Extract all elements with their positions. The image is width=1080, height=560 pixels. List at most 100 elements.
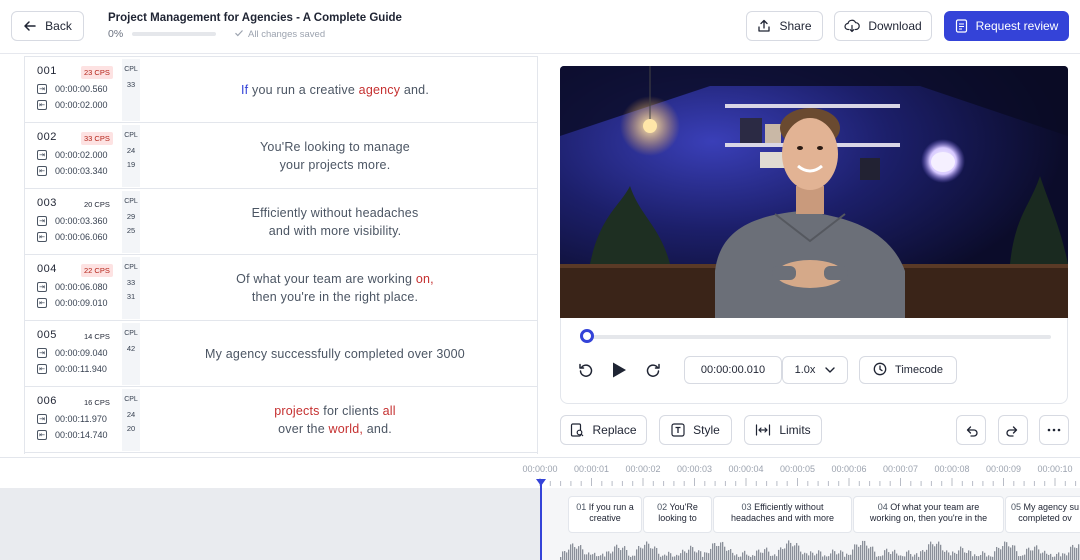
top-bar: Back Project Management for Agencies - A… bbox=[0, 0, 1080, 54]
back-button[interactable]: Back bbox=[11, 11, 84, 41]
subtitle-word: and. bbox=[400, 83, 429, 97]
subtitle-line: You'Re looking to manage bbox=[155, 138, 515, 156]
timeline-segment[interactable]: 02 You'Re looking to bbox=[643, 496, 712, 533]
cps-badge: 23 CPS bbox=[81, 66, 113, 79]
undo-button[interactable] bbox=[956, 415, 986, 445]
style-button[interactable]: Style bbox=[659, 415, 732, 445]
timeline-segment[interactable]: 04 Of what your team are working on, then… bbox=[853, 496, 1004, 533]
enter-icon: ⇥ bbox=[37, 84, 47, 94]
limits-button[interactable]: Limits bbox=[744, 415, 822, 445]
chevron-down-icon bbox=[825, 364, 836, 376]
subtitle-word: and with more visibility. bbox=[268, 224, 402, 238]
playback-speed-value: 1.0x bbox=[794, 364, 816, 376]
subtitle-row[interactable]: 003 20 CPS ⇥ 00:00:03.360 ⇤ 00:00:06.060 CPL 29… bbox=[25, 189, 537, 255]
out-time-field[interactable]: ⇤ 00:00:14.740 bbox=[37, 430, 108, 440]
video-preview[interactable] bbox=[560, 66, 1068, 318]
document-icon bbox=[955, 19, 968, 33]
seek-bar[interactable] bbox=[585, 335, 1051, 339]
cps-badge: 16 CPS bbox=[84, 398, 110, 407]
subtitle-text[interactable]: You'Re looking to manage your projects mo… bbox=[155, 138, 515, 174]
progress-percent: 0% bbox=[108, 28, 124, 40]
enter-icon: ⇥ bbox=[37, 216, 47, 226]
find-replace-icon bbox=[570, 423, 584, 437]
segment-text-line: working on, then you're in the bbox=[869, 513, 988, 523]
cpl-value: 19 bbox=[126, 160, 136, 169]
cpl-value: 42 bbox=[126, 344, 136, 353]
play-icon[interactable] bbox=[609, 360, 629, 380]
out-time-field[interactable]: ⇤ 00:00:03.340 bbox=[37, 166, 108, 176]
playhead-marker-icon[interactable] bbox=[536, 479, 546, 486]
timeline-segment[interactable]: 03 Efficiently without headaches and with… bbox=[713, 496, 852, 533]
enter-icon: ⇥ bbox=[37, 282, 47, 292]
download-button[interactable]: Download bbox=[834, 11, 932, 41]
subtitle-row[interactable]: 006 16 CPS ⇥ 00:00:11.970 ⇤ 00:00:14.740 CPL 24… bbox=[25, 387, 537, 453]
in-time-value: 00:00:03.360 bbox=[55, 216, 108, 226]
ruler-tick-label: 00:00:01 bbox=[573, 464, 610, 474]
more-horizontal-icon bbox=[1047, 428, 1061, 432]
save-status: All changes saved bbox=[234, 28, 325, 41]
timecode-button[interactable]: Timecode bbox=[859, 356, 957, 384]
in-time-field[interactable]: ⇥ 00:00:03.360 bbox=[37, 216, 108, 226]
subtitle-number: 001 bbox=[37, 65, 57, 77]
redo-button[interactable] bbox=[998, 415, 1028, 445]
in-time-value: 00:00:02.000 bbox=[55, 150, 108, 160]
subtitle-row[interactable]: 001 23 CPS ⇥ 00:00:00.560 ⇤ 00:00:02.000 CPL 33… bbox=[25, 57, 537, 123]
forward-icon[interactable] bbox=[643, 360, 663, 380]
subtitle-line: Of what your team are working on, bbox=[155, 270, 515, 288]
replace-button[interactable]: Replace bbox=[560, 415, 647, 445]
subtitle-row[interactable]: 002 33 CPS ⇥ 00:00:02.000 ⇤ 00:00:03.340 CPL 24… bbox=[25, 123, 537, 189]
subtitle-number: 002 bbox=[37, 131, 57, 143]
cpl-column: CPL 33 bbox=[122, 59, 140, 121]
cloud-download-icon bbox=[844, 19, 861, 33]
subtitle-line: over the world, and. bbox=[155, 420, 515, 438]
player-controls: 00:00:00.010 1.0x Timecode bbox=[560, 318, 1068, 404]
out-time-field[interactable]: ⇤ 00:00:11.940 bbox=[37, 364, 107, 374]
segment-text-line: completed ov bbox=[1018, 513, 1072, 523]
timeline-segment[interactable]: 01 If you run a creative bbox=[568, 496, 642, 533]
limits-icon bbox=[755, 424, 771, 436]
redo-icon bbox=[1006, 423, 1020, 437]
subtitle-row[interactable]: 005 14 CPS ⇥ 00:00:09.040 ⇤ 00:00:11.940 CPL 42… bbox=[25, 321, 537, 387]
out-time-field[interactable]: ⇤ 00:00:06.060 bbox=[37, 232, 108, 242]
segment-text-line: creative bbox=[589, 513, 621, 523]
subtitle-line: Efficiently without headaches bbox=[155, 204, 515, 222]
enter-icon: ⇥ bbox=[37, 150, 47, 160]
subtitle-text[interactable]: My agency successfully completed over 30… bbox=[155, 345, 515, 363]
cpl-value: 29 bbox=[126, 212, 136, 221]
share-button[interactable]: Share bbox=[746, 11, 823, 41]
cpl-value: 33 bbox=[126, 278, 136, 287]
timeline-segment[interactable]: 05 My agency su completed ov bbox=[1005, 496, 1080, 533]
subtitle-row[interactable]: 004 22 CPS ⇥ 00:00:06.080 ⇤ 00:00:09.010 CPL 33… bbox=[25, 255, 537, 321]
subtitle-text[interactable]: Efficiently without headaches and with mo… bbox=[155, 204, 515, 240]
in-time-field[interactable]: ⇥ 00:00:11.970 bbox=[37, 414, 107, 424]
request-review-button[interactable]: Request review bbox=[944, 11, 1069, 41]
cpl-column: CPL 29 25 bbox=[122, 191, 140, 253]
out-time-field[interactable]: ⇤ 00:00:09.010 bbox=[37, 298, 108, 308]
segment-number: 03 bbox=[741, 502, 752, 512]
segment-number: 04 bbox=[877, 502, 888, 512]
more-options-button[interactable] bbox=[1039, 415, 1069, 445]
subtitle-number: 005 bbox=[37, 329, 57, 341]
cpl-column: CPL 42 bbox=[122, 323, 140, 385]
in-time-field[interactable]: ⇥ 00:00:00.560 bbox=[37, 84, 108, 94]
playback-speed-select[interactable]: 1.0x bbox=[782, 356, 848, 384]
out-time-value: 00:00:14.740 bbox=[55, 430, 108, 440]
in-time-field[interactable]: ⇥ 00:00:02.000 bbox=[37, 150, 108, 160]
in-time-field[interactable]: ⇥ 00:00:06.080 bbox=[37, 282, 108, 292]
playhead[interactable] bbox=[540, 480, 542, 560]
ruler-tick-label: 00:00:09 bbox=[985, 464, 1022, 474]
segment-text-line: My agency su bbox=[1023, 502, 1080, 512]
subtitle-text[interactable]: Of what your team are working on, then yo… bbox=[155, 270, 515, 306]
save-status-label: All changes saved bbox=[248, 29, 326, 40]
subtitle-text[interactable]: If you run a creative agency and. bbox=[155, 81, 515, 99]
subtitle-text[interactable]: projects for clients all over the world, … bbox=[155, 402, 515, 438]
timeline[interactable]: 00:00:00 00:00:01 00:00:02 00:00:03 00:00:04… bbox=[0, 457, 1080, 560]
audio-waveform[interactable] bbox=[560, 536, 1080, 560]
subtitle-list: 001 23 CPS ⇥ 00:00:00.560 ⇤ 00:00:02.000 CPL 33… bbox=[24, 56, 538, 454]
current-time-field[interactable]: 00:00:00.010 bbox=[684, 356, 782, 384]
in-time-field[interactable]: ⇥ 00:00:09.040 bbox=[37, 348, 108, 358]
cpl-column: CPL 33 31 bbox=[122, 257, 140, 319]
seek-handle[interactable] bbox=[579, 329, 594, 343]
out-time-field[interactable]: ⇤ 00:00:02.000 bbox=[37, 100, 108, 110]
rewind-icon[interactable] bbox=[576, 360, 596, 380]
